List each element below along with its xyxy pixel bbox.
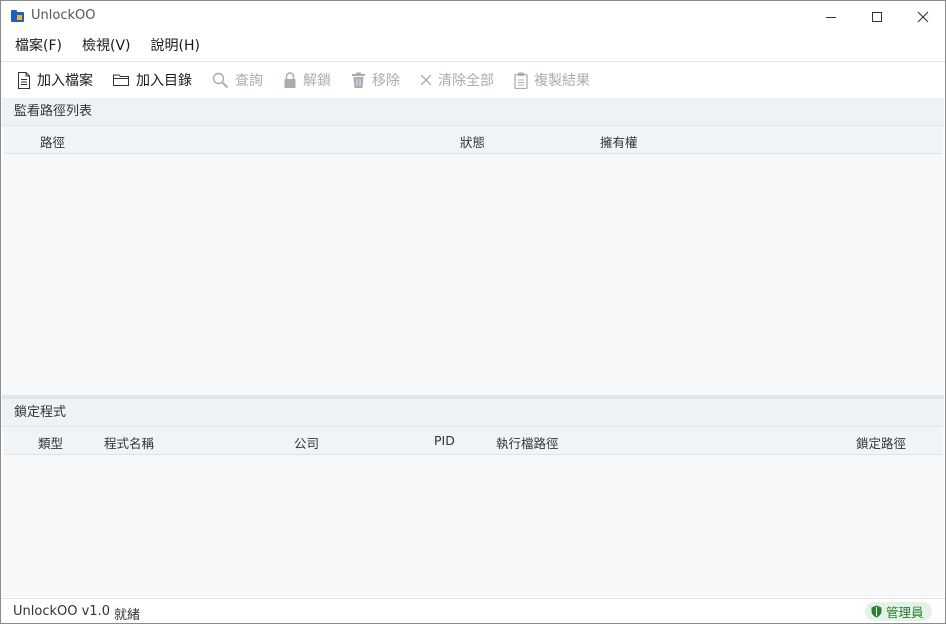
add-file-label: 加入檔案 — [37, 73, 93, 89]
toolbar: 加入檔案 加入目錄 查詢 解鎖 移除 清除全部 複製結果 — [1, 61, 945, 98]
maximize-icon — [872, 11, 882, 22]
admin-badge-label: 管理員 — [886, 605, 924, 620]
add-folder-label: 加入目錄 — [136, 73, 192, 89]
admin-badge: 管理員 — [865, 602, 932, 621]
copy-results-label: 複製結果 — [534, 73, 590, 89]
lock-panel-title: 鎖定程式 — [2, 399, 944, 427]
menu-view[interactable]: 檢視(V) — [72, 32, 141, 60]
col-path[interactable]: 路徑 — [40, 132, 65, 151]
remove-button[interactable]: 移除 — [347, 66, 404, 94]
unlock-button[interactable]: 解鎖 — [279, 66, 335, 94]
col-executable-path[interactable]: 執行檔路徑 — [496, 433, 559, 452]
col-type[interactable]: 類型 — [38, 433, 63, 452]
col-locked-path[interactable]: 鎖定路徑 — [856, 433, 906, 452]
status-version: UnlockOO v1.0 — [13, 604, 110, 619]
clear-all-button[interactable]: 清除全部 — [416, 66, 498, 94]
clipboard-icon — [514, 72, 528, 89]
minimize-icon — [826, 16, 836, 18]
watch-table-body[interactable] — [2, 154, 944, 395]
watch-path-panel: 監看路徑列表 路徑 狀態 擁有權 — [2, 98, 944, 395]
add-file-button[interactable]: 加入檔案 — [13, 66, 97, 94]
app-logo-icon — [11, 10, 24, 22]
status-bar: UnlockOO v1.0 就緒 管理員 — [1, 598, 945, 623]
folder-icon — [113, 74, 129, 86]
remove-label: 移除 — [372, 73, 400, 89]
copy-results-button[interactable]: 複製結果 — [510, 66, 594, 94]
query-button[interactable]: 查詢 — [208, 66, 267, 94]
col-program-name[interactable]: 程式名稱 — [104, 433, 154, 452]
close-button[interactable] — [900, 1, 945, 32]
add-folder-button[interactable]: 加入目錄 — [109, 66, 196, 94]
locking-programs-panel: 鎖定程式 類型 程式名稱 公司 PID 執行檔路徑 鎖定路徑 — [2, 399, 944, 597]
minimize-button[interactable] — [808, 1, 854, 32]
col-company[interactable]: 公司 — [294, 433, 319, 452]
watch-table-header: 路徑 狀態 擁有權 — [4, 126, 942, 154]
close-icon — [917, 11, 929, 22]
clear-all-label: 清除全部 — [438, 73, 494, 89]
lock-icon — [284, 71, 296, 88]
watch-panel-title: 監看路徑列表 — [2, 98, 944, 126]
unlock-label: 解鎖 — [303, 73, 331, 89]
search-icon — [212, 72, 229, 88]
clear-icon — [420, 74, 432, 86]
maximize-button[interactable] — [854, 1, 900, 32]
col-ownership[interactable]: 擁有權 — [600, 132, 638, 151]
lock-table-body[interactable] — [2, 455, 944, 597]
col-pid[interactable]: PID — [434, 433, 455, 448]
document-icon — [18, 71, 30, 89]
title-bar[interactable]: UnlockOO — [1, 1, 945, 32]
window-title: UnlockOO — [31, 8, 96, 23]
menu-help[interactable]: 說明(H) — [141, 32, 210, 60]
menu-bar: 檔案(F) 檢視(V) 說明(H) — [1, 32, 945, 60]
lock-table-header: 類型 程式名稱 公司 PID 執行檔路徑 鎖定路徑 — [4, 427, 942, 455]
app-window: UnlockOO 檔案(F) 檢視(V) 說明(H) 加入檔案 加入目錄 查詢 … — [0, 0, 946, 624]
query-label: 查詢 — [235, 73, 263, 89]
col-status[interactable]: 狀態 — [460, 132, 485, 151]
shield-icon — [871, 605, 882, 618]
menu-file[interactable]: 檔案(F) — [5, 32, 72, 60]
status-text: 就緒 — [114, 608, 141, 623]
trash-icon — [352, 72, 365, 88]
